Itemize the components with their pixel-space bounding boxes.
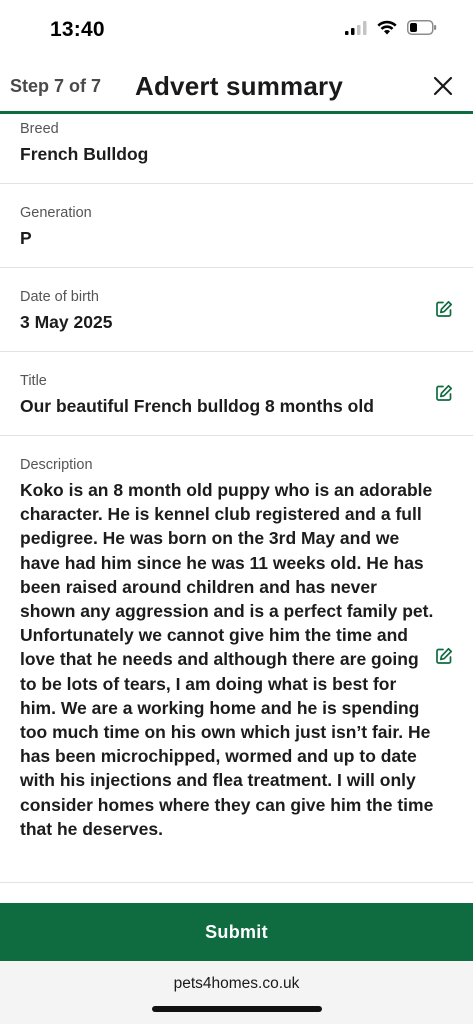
url-text: pets4homes.co.uk xyxy=(173,975,300,992)
status-time: 13:40 xyxy=(50,18,105,41)
field-label: Date of birth xyxy=(20,289,99,305)
field-title: Title Our beautiful French bulldog 8 mon… xyxy=(0,352,473,436)
edit-description-button[interactable] xyxy=(435,647,453,665)
field-label: Generation xyxy=(20,205,92,221)
field-date-of-birth: Date of birth 3 May 2025 xyxy=(0,268,473,352)
field-value: 3 May 2025 xyxy=(20,312,113,332)
wifi-icon xyxy=(377,20,397,35)
field-label: Breed xyxy=(20,121,59,137)
signal-icon xyxy=(345,20,367,35)
submit-label: Submit xyxy=(205,921,268,942)
field-value: P xyxy=(20,228,32,248)
field-value: Our beautiful French bulldog 8 months ol… xyxy=(20,396,374,416)
edit-title-button[interactable] xyxy=(435,384,453,402)
close-icon xyxy=(433,76,453,96)
field-label: Title xyxy=(20,373,47,389)
status-bar: 13:40 xyxy=(0,0,473,62)
status-icons xyxy=(345,20,437,35)
edit-icon xyxy=(436,384,453,401)
field-generation: Generation P xyxy=(0,184,473,268)
home-indicator[interactable] xyxy=(152,1006,322,1012)
battery-icon xyxy=(407,20,437,35)
page-title: Advert summary xyxy=(135,71,343,101)
edit-date-of-birth-button[interactable] xyxy=(435,300,453,318)
field-breed: Breed French Bulldog xyxy=(0,117,473,184)
header: Step 7 of 7 Advert summary xyxy=(0,62,473,114)
summary-list: Breed French Bulldog Generation P Date o… xyxy=(0,117,473,883)
edit-icon xyxy=(436,300,453,317)
field-description: Description Koko is an 8 month old puppy… xyxy=(0,436,473,883)
edit-icon xyxy=(436,647,453,664)
browser-url-bar[interactable]: pets4homes.co.uk xyxy=(0,961,473,1024)
submit-button[interactable]: Submit xyxy=(0,903,473,961)
close-button[interactable] xyxy=(431,74,455,98)
field-value: French Bulldog xyxy=(20,144,149,164)
field-label: Description xyxy=(20,457,93,473)
field-value: Koko is an 8 month old puppy who is an a… xyxy=(20,480,434,839)
step-indicator: Step 7 of 7 xyxy=(10,76,102,96)
